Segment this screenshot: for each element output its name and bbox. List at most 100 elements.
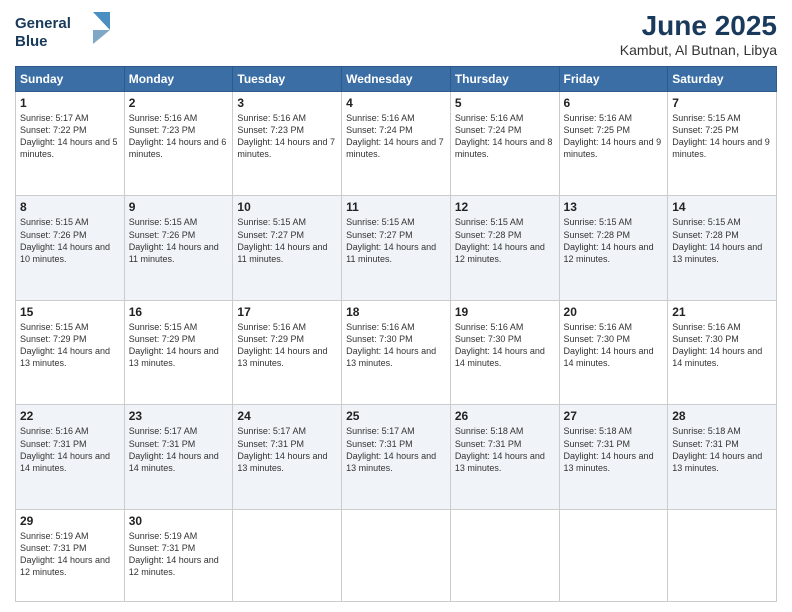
day-number: 6 <box>564 96 664 110</box>
day-number: 15 <box>20 305 120 319</box>
calendar-week-row: 1 Sunrise: 5:17 AM Sunset: 7:22 PM Dayli… <box>16 92 777 196</box>
table-row: 17 Sunrise: 5:16 AM Sunset: 7:29 PM Dayl… <box>233 300 342 404</box>
day-number: 16 <box>129 305 229 319</box>
table-row: 16 Sunrise: 5:15 AM Sunset: 7:29 PM Dayl… <box>124 300 233 404</box>
table-row: 27 Sunrise: 5:18 AM Sunset: 7:31 PM Dayl… <box>559 405 668 509</box>
calendar-week-row: 15 Sunrise: 5:15 AM Sunset: 7:29 PM Dayl… <box>16 300 777 404</box>
main-title: June 2025 <box>620 10 777 42</box>
day-number: 8 <box>20 200 120 214</box>
col-wednesday: Wednesday <box>342 67 451 92</box>
day-number: 9 <box>129 200 229 214</box>
day-number: 10 <box>237 200 337 214</box>
table-row: 23 Sunrise: 5:17 AM Sunset: 7:31 PM Dayl… <box>124 405 233 509</box>
calendar-week-row: 29 Sunrise: 5:19 AM Sunset: 7:31 PM Dayl… <box>16 509 777 601</box>
day-info: Sunrise: 5:15 AM Sunset: 7:28 PM Dayligh… <box>455 217 545 263</box>
day-info: Sunrise: 5:16 AM Sunset: 7:30 PM Dayligh… <box>346 322 436 368</box>
day-info: Sunrise: 5:17 AM Sunset: 7:22 PM Dayligh… <box>20 113 118 159</box>
svg-text:General: General <box>15 15 71 32</box>
day-number: 24 <box>237 409 337 423</box>
day-number: 28 <box>672 409 772 423</box>
day-info: Sunrise: 5:18 AM Sunset: 7:31 PM Dayligh… <box>455 426 545 472</box>
day-number: 7 <box>672 96 772 110</box>
col-saturday: Saturday <box>668 67 777 92</box>
day-number: 27 <box>564 409 664 423</box>
day-info: Sunrise: 5:17 AM Sunset: 7:31 PM Dayligh… <box>346 426 436 472</box>
calendar-week-row: 8 Sunrise: 5:15 AM Sunset: 7:26 PM Dayli… <box>16 196 777 300</box>
day-info: Sunrise: 5:15 AM Sunset: 7:27 PM Dayligh… <box>346 217 436 263</box>
table-row: 9 Sunrise: 5:15 AM Sunset: 7:26 PM Dayli… <box>124 196 233 300</box>
table-row: 19 Sunrise: 5:16 AM Sunset: 7:30 PM Dayl… <box>450 300 559 404</box>
day-number: 26 <box>455 409 555 423</box>
table-row: 18 Sunrise: 5:16 AM Sunset: 7:30 PM Dayl… <box>342 300 451 404</box>
table-row: 4 Sunrise: 5:16 AM Sunset: 7:24 PM Dayli… <box>342 92 451 196</box>
day-info: Sunrise: 5:15 AM Sunset: 7:27 PM Dayligh… <box>237 217 327 263</box>
day-info: Sunrise: 5:16 AM Sunset: 7:24 PM Dayligh… <box>455 113 553 159</box>
day-info: Sunrise: 5:15 AM Sunset: 7:28 PM Dayligh… <box>672 217 762 263</box>
day-info: Sunrise: 5:15 AM Sunset: 7:28 PM Dayligh… <box>564 217 654 263</box>
table-row <box>559 509 668 601</box>
table-row: 28 Sunrise: 5:18 AM Sunset: 7:31 PM Dayl… <box>668 405 777 509</box>
table-row: 22 Sunrise: 5:16 AM Sunset: 7:31 PM Dayl… <box>16 405 125 509</box>
day-number: 30 <box>129 514 229 528</box>
page: General Blue June 2025 Kambut, Al Butnan… <box>0 0 792 612</box>
table-row: 8 Sunrise: 5:15 AM Sunset: 7:26 PM Dayli… <box>16 196 125 300</box>
day-number: 22 <box>20 409 120 423</box>
day-info: Sunrise: 5:16 AM Sunset: 7:23 PM Dayligh… <box>237 113 335 159</box>
table-row: 6 Sunrise: 5:16 AM Sunset: 7:25 PM Dayli… <box>559 92 668 196</box>
day-number: 1 <box>20 96 120 110</box>
day-number: 25 <box>346 409 446 423</box>
logo-svg: General Blue <box>15 10 115 54</box>
day-info: Sunrise: 5:16 AM Sunset: 7:25 PM Dayligh… <box>564 113 662 159</box>
day-number: 21 <box>672 305 772 319</box>
day-number: 23 <box>129 409 229 423</box>
day-number: 19 <box>455 305 555 319</box>
table-row <box>668 509 777 601</box>
day-info: Sunrise: 5:15 AM Sunset: 7:26 PM Dayligh… <box>129 217 219 263</box>
day-number: 5 <box>455 96 555 110</box>
day-info: Sunrise: 5:16 AM Sunset: 7:30 PM Dayligh… <box>672 322 762 368</box>
col-thursday: Thursday <box>450 67 559 92</box>
table-row: 5 Sunrise: 5:16 AM Sunset: 7:24 PM Dayli… <box>450 92 559 196</box>
day-info: Sunrise: 5:19 AM Sunset: 7:31 PM Dayligh… <box>129 531 219 577</box>
day-number: 18 <box>346 305 446 319</box>
header: General Blue June 2025 Kambut, Al Butnan… <box>15 10 777 58</box>
title-block: June 2025 Kambut, Al Butnan, Libya <box>620 10 777 58</box>
table-row: 2 Sunrise: 5:16 AM Sunset: 7:23 PM Dayli… <box>124 92 233 196</box>
day-info: Sunrise: 5:16 AM Sunset: 7:29 PM Dayligh… <box>237 322 327 368</box>
day-info: Sunrise: 5:17 AM Sunset: 7:31 PM Dayligh… <box>129 426 219 472</box>
table-row <box>342 509 451 601</box>
table-row: 11 Sunrise: 5:15 AM Sunset: 7:27 PM Dayl… <box>342 196 451 300</box>
calendar-table: Sunday Monday Tuesday Wednesday Thursday… <box>15 66 777 602</box>
col-tuesday: Tuesday <box>233 67 342 92</box>
col-monday: Monday <box>124 67 233 92</box>
day-info: Sunrise: 5:15 AM Sunset: 7:25 PM Dayligh… <box>672 113 770 159</box>
svg-text:Blue: Blue <box>15 33 48 50</box>
table-row: 3 Sunrise: 5:16 AM Sunset: 7:23 PM Dayli… <box>233 92 342 196</box>
day-info: Sunrise: 5:18 AM Sunset: 7:31 PM Dayligh… <box>672 426 762 472</box>
day-number: 29 <box>20 514 120 528</box>
table-row: 15 Sunrise: 5:15 AM Sunset: 7:29 PM Dayl… <box>16 300 125 404</box>
day-info: Sunrise: 5:16 AM Sunset: 7:31 PM Dayligh… <box>20 426 110 472</box>
table-row: 12 Sunrise: 5:15 AM Sunset: 7:28 PM Dayl… <box>450 196 559 300</box>
col-friday: Friday <box>559 67 668 92</box>
day-info: Sunrise: 5:15 AM Sunset: 7:29 PM Dayligh… <box>129 322 219 368</box>
table-row: 1 Sunrise: 5:17 AM Sunset: 7:22 PM Dayli… <box>16 92 125 196</box>
day-info: Sunrise: 5:16 AM Sunset: 7:30 PM Dayligh… <box>564 322 654 368</box>
day-info: Sunrise: 5:16 AM Sunset: 7:24 PM Dayligh… <box>346 113 444 159</box>
calendar-header-row: Sunday Monday Tuesday Wednesday Thursday… <box>16 67 777 92</box>
col-sunday: Sunday <box>16 67 125 92</box>
day-info: Sunrise: 5:16 AM Sunset: 7:30 PM Dayligh… <box>455 322 545 368</box>
table-row: 25 Sunrise: 5:17 AM Sunset: 7:31 PM Dayl… <box>342 405 451 509</box>
logo: General Blue <box>15 10 115 54</box>
table-row <box>450 509 559 601</box>
table-row: 30 Sunrise: 5:19 AM Sunset: 7:31 PM Dayl… <box>124 509 233 601</box>
day-number: 3 <box>237 96 337 110</box>
table-row: 7 Sunrise: 5:15 AM Sunset: 7:25 PM Dayli… <box>668 92 777 196</box>
day-number: 20 <box>564 305 664 319</box>
table-row: 10 Sunrise: 5:15 AM Sunset: 7:27 PM Dayl… <box>233 196 342 300</box>
day-number: 4 <box>346 96 446 110</box>
day-number: 12 <box>455 200 555 214</box>
day-info: Sunrise: 5:15 AM Sunset: 7:29 PM Dayligh… <box>20 322 110 368</box>
day-info: Sunrise: 5:16 AM Sunset: 7:23 PM Dayligh… <box>129 113 227 159</box>
day-number: 13 <box>564 200 664 214</box>
